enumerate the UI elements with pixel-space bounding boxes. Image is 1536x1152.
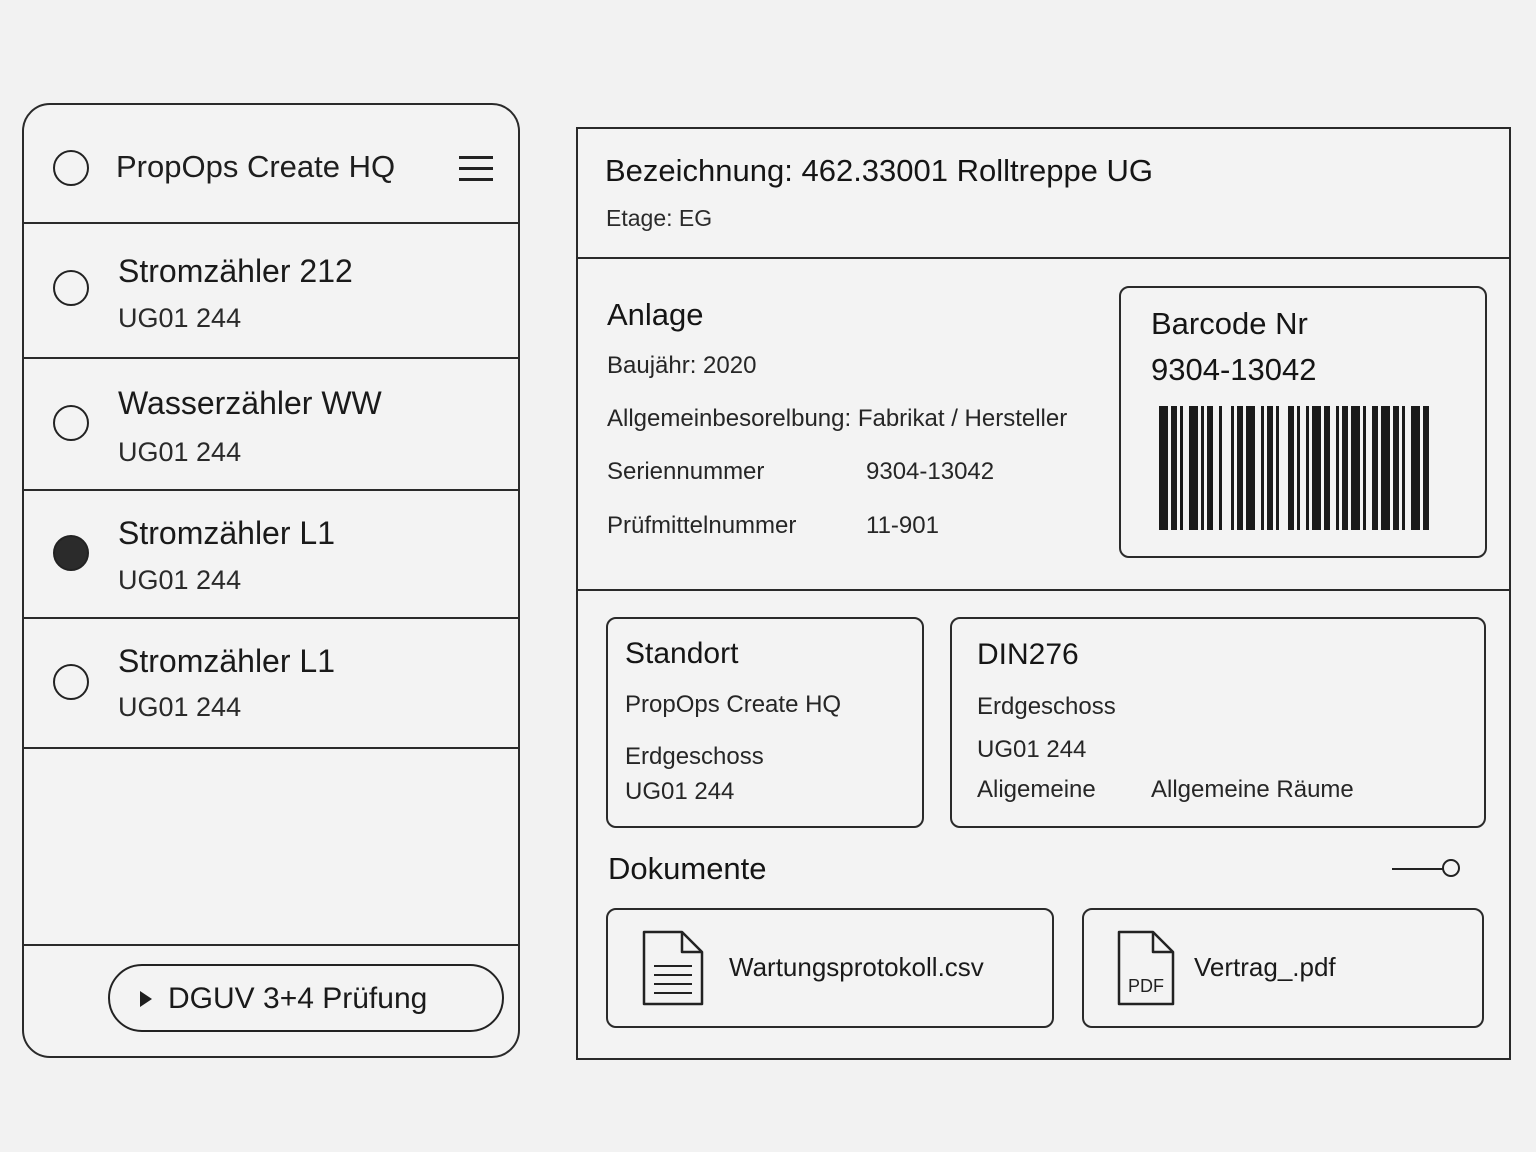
din276-heading: DIN276 xyxy=(977,638,1079,671)
list-item[interactable]: Stromzähler 212 UG01 244 xyxy=(24,224,518,359)
header-radio[interactable] xyxy=(53,150,89,186)
item-title: Wasserzähler WW xyxy=(118,385,382,421)
asset-list-panel: PropOps Create HQ Stromzähler 212 UG01 2… xyxy=(22,103,520,1058)
asset-detail-panel: Bezeichnung: 462.33001 Rolltreppe UG Eta… xyxy=(576,127,1511,1060)
seriennummer-value: 9304-13042 xyxy=(866,458,995,485)
item-radio[interactable] xyxy=(53,664,89,700)
list-title: PropOps Create HQ xyxy=(116,149,396,184)
standort-line: UG01 244 xyxy=(625,778,735,805)
standort-line: Erdgeschoss xyxy=(625,743,764,770)
menu-icon[interactable] xyxy=(459,156,493,182)
detail-header: Bezeichnung: 462.33001 Rolltreppe UG Eta… xyxy=(578,129,1509,259)
din276-line: UG01 244 xyxy=(977,736,1087,763)
standort-card: Standort PropOps Create HQ Erdgeschoss U… xyxy=(606,617,924,828)
item-title: Stromzähler L1 xyxy=(118,515,335,551)
dokumente-toggle[interactable] xyxy=(1392,857,1460,881)
standort-line: PropOps Create HQ xyxy=(625,691,842,718)
din276-value: Allgemeine Räume xyxy=(1151,776,1354,803)
barcode-number: 9304-13042 xyxy=(1151,352,1317,387)
asset-etage: Etage: EG xyxy=(606,205,713,231)
standort-heading: Standort xyxy=(625,637,739,670)
barcode-label: Barcode Nr xyxy=(1151,306,1308,341)
document-icon xyxy=(642,930,704,1006)
document-item-csv[interactable]: Wartungsprotokoll.csv xyxy=(606,908,1054,1028)
din276-label: Aligemeine xyxy=(977,776,1096,803)
dokumente-heading: Dokumente xyxy=(608,851,767,886)
list-item-selected[interactable]: Stromzähler L1 UG01 244 xyxy=(24,491,518,619)
play-icon xyxy=(140,991,152,1007)
list-item[interactable]: Stromzähler L1 UG01 244 xyxy=(24,619,518,749)
item-radio[interactable] xyxy=(53,405,89,441)
item-title: Stromzähler 212 xyxy=(118,253,353,289)
pruefmittel-value: 11-901 xyxy=(866,512,939,539)
anlage-section: Anlage Baujähr: 2020 Allgemeinbesorelbun… xyxy=(578,259,1509,591)
document-name: Vertrag_.pdf xyxy=(1194,952,1336,982)
baujahr-text: Baujähr: 2020 xyxy=(607,352,757,379)
item-radio-selected[interactable] xyxy=(53,535,89,571)
item-subtitle: UG01 244 xyxy=(118,692,242,722)
item-radio[interactable] xyxy=(53,270,89,306)
pdf-icon: PDF xyxy=(1117,930,1175,1006)
item-subtitle: UG01 244 xyxy=(118,303,242,333)
list-item[interactable]: Wasserzähler WW UG01 244 xyxy=(24,359,518,491)
pdf-badge: PDF xyxy=(1128,976,1164,996)
list-footer: DGUV 3+4 Prüfung xyxy=(24,944,518,1056)
list-header: PropOps Create HQ xyxy=(24,105,518,224)
din276-card: DIN276 Erdgeschoss UG01 244 Aligemeine A… xyxy=(950,617,1486,828)
item-title: Stromzähler L1 xyxy=(118,643,335,679)
asset-title: Bezeichnung: 462.33001 Rolltreppe UG xyxy=(605,153,1154,188)
pruefmittel-label: Prüfmittelnummer xyxy=(607,512,797,539)
anlage-heading: Anlage xyxy=(607,297,704,332)
item-subtitle: UG01 244 xyxy=(118,565,242,595)
document-name: Wartungsprotokoll.csv xyxy=(729,952,984,982)
dguv-button-label: DGUV 3+4 Prüfung xyxy=(168,982,428,1015)
din276-line: Erdgeschoss xyxy=(977,693,1116,720)
barcode-image xyxy=(1159,406,1429,530)
barcode-card: Barcode Nr 9304-13042 xyxy=(1119,286,1487,558)
document-item-pdf[interactable]: PDF Vertrag_.pdf xyxy=(1082,908,1484,1028)
beschreibung-text: Allgemeinbesorelbung: Fabrikat / Herstel… xyxy=(607,405,1068,432)
item-subtitle: UG01 244 xyxy=(118,437,242,467)
dguv-pruefung-button[interactable]: DGUV 3+4 Prüfung xyxy=(108,964,504,1032)
seriennummer-label: Seriennummer xyxy=(607,458,765,485)
